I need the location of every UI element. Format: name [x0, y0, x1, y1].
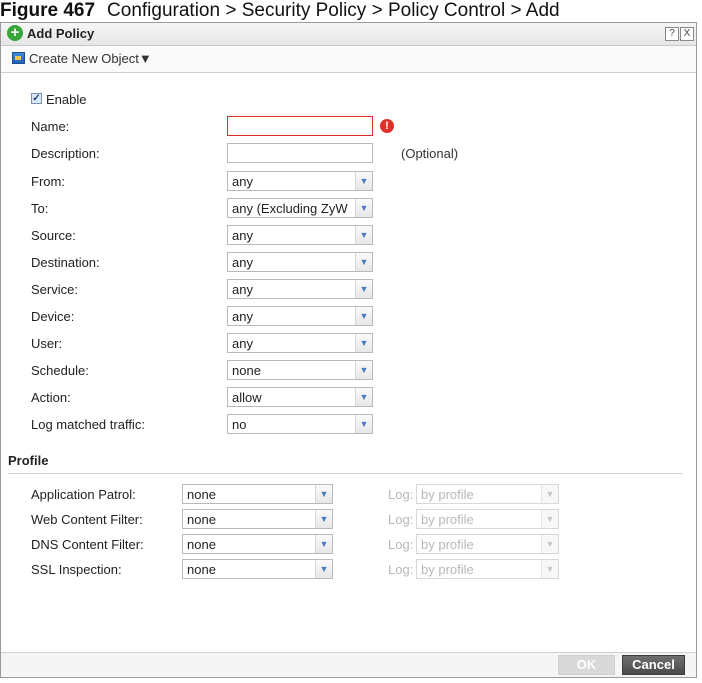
web-filter-log-value: by profile [421, 512, 474, 527]
description-label: Description: [31, 146, 100, 161]
chevron-down-icon: ▼ [315, 535, 332, 553]
chevron-down-icon: ▼ [541, 510, 558, 528]
source-value: any [232, 228, 253, 243]
user-select[interactable]: any ▼ [227, 333, 373, 353]
dialog-toolbar: Create New Object▼ [1, 46, 696, 73]
chevron-down-icon: ▼ [355, 172, 372, 190]
chevron-down-icon: ▼ [355, 199, 372, 217]
log-matched-select[interactable]: no ▼ [227, 414, 373, 434]
dns-filter-select[interactable]: none ▼ [182, 534, 333, 554]
user-value: any [232, 336, 253, 351]
figure-number: Figure 467 [0, 0, 96, 21]
help-icon[interactable]: ? [665, 27, 679, 41]
device-value: any [232, 309, 253, 324]
dns-filter-log-value: by profile [421, 537, 474, 552]
web-filter-log-select: by profile ▼ [416, 509, 559, 529]
name-label: Name: [31, 119, 70, 134]
enable-checkbox[interactable]: ✓ [31, 93, 42, 104]
chevron-down-icon: ▼ [541, 560, 558, 578]
service-value: any [232, 282, 253, 297]
dns-filter-value: none [187, 537, 216, 552]
device-select[interactable]: any ▼ [227, 306, 373, 326]
from-label: From: [31, 174, 65, 189]
dialog-titlebar: + Add Policy ? X [1, 23, 696, 46]
chevron-down-icon: ▼ [315, 560, 332, 578]
action-label: Action: [31, 390, 71, 405]
chevron-down-icon: ▼ [355, 280, 372, 298]
close-icon[interactable]: X [680, 27, 694, 41]
chevron-down-icon: ▼ [355, 415, 372, 433]
web-filter-select[interactable]: none ▼ [182, 509, 333, 529]
source-select[interactable]: any ▼ [227, 225, 373, 245]
add-icon: + [7, 25, 23, 41]
chevron-down-icon: ▼ [355, 388, 372, 406]
destination-select[interactable]: any ▼ [227, 252, 373, 272]
dialog-footer: OK Cancel [1, 652, 696, 677]
app-patrol-log-value: by profile [421, 487, 474, 502]
profile-divider [8, 473, 682, 474]
chevron-down-icon: ▼ [355, 253, 372, 271]
ssl-log-label: Log: [388, 562, 414, 577]
service-select[interactable]: any ▼ [227, 279, 373, 299]
app-patrol-log-label: Log: [388, 487, 414, 502]
log-matched-label: Log matched traffic: [31, 417, 145, 432]
web-filter-log-label: Log: [388, 512, 414, 527]
action-value: allow [232, 390, 262, 405]
dns-filter-label: DNS Content Filter: [31, 537, 144, 552]
schedule-label: Schedule: [31, 363, 89, 378]
to-value: any (Excluding ZyW [232, 201, 348, 216]
service-label: Service: [31, 282, 78, 297]
to-select[interactable]: any (Excluding ZyW ▼ [227, 198, 373, 218]
app-patrol-select[interactable]: none ▼ [182, 484, 333, 504]
action-select[interactable]: allow ▼ [227, 387, 373, 407]
app-patrol-log-select: by profile ▼ [416, 484, 559, 504]
dns-filter-log-select: by profile ▼ [416, 534, 559, 554]
add-policy-dialog: + Add Policy ? X Create New Object▼ ✓ En… [0, 22, 697, 678]
figure-title: Configuration > Security Policy > Policy… [107, 0, 560, 21]
dns-filter-log-label: Log: [388, 537, 414, 552]
ssl-select[interactable]: none ▼ [182, 559, 333, 579]
chevron-down-icon: ▼ [355, 334, 372, 352]
optional-hint: (Optional) [401, 146, 459, 161]
from-select[interactable]: any ▼ [227, 171, 373, 191]
schedule-select[interactable]: none ▼ [227, 360, 373, 380]
app-patrol-label: Application Patrol: [31, 487, 136, 502]
create-new-object-menu[interactable]: Create New Object▼ [29, 51, 152, 66]
log-matched-value: no [232, 417, 247, 432]
source-label: Source: [31, 228, 76, 243]
object-icon [12, 52, 25, 64]
chevron-down-icon: ▼ [355, 307, 372, 325]
device-label: Device: [31, 309, 75, 324]
dialog-title: Add Policy [27, 26, 95, 41]
figure-caption: Figure 467 Configuration > Security Polic… [0, 0, 560, 22]
schedule-value: none [232, 363, 261, 378]
from-value: any [232, 174, 253, 189]
chevron-down-icon: ▼ [315, 485, 332, 503]
to-label: To: [31, 201, 49, 216]
chevron-down-icon: ▼ [355, 226, 372, 244]
profile-heading: Profile [8, 453, 49, 468]
ssl-label: SSL Inspection: [31, 562, 122, 577]
enable-label: Enable [46, 92, 87, 107]
web-filter-value: none [187, 512, 216, 527]
chevron-down-icon: ▼ [315, 510, 332, 528]
ok-button[interactable]: OK [558, 655, 615, 675]
cancel-button[interactable]: Cancel [622, 655, 685, 675]
chevron-down-icon: ▼ [541, 485, 558, 503]
ssl-value: none [187, 562, 216, 577]
chevron-down-icon: ▼ [355, 361, 372, 379]
ssl-log-value: by profile [421, 562, 474, 577]
user-label: User: [31, 336, 63, 351]
description-input[interactable] [227, 143, 373, 163]
web-filter-label: Web Content Filter: [31, 512, 143, 527]
destination-value: any [232, 255, 253, 270]
destination-label: Destination: [31, 255, 100, 270]
ssl-log-select: by profile ▼ [416, 559, 559, 579]
chevron-down-icon: ▼ [541, 535, 558, 553]
app-patrol-value: none [187, 487, 216, 502]
name-input[interactable] [227, 116, 373, 136]
error-icon: ! [380, 119, 394, 133]
